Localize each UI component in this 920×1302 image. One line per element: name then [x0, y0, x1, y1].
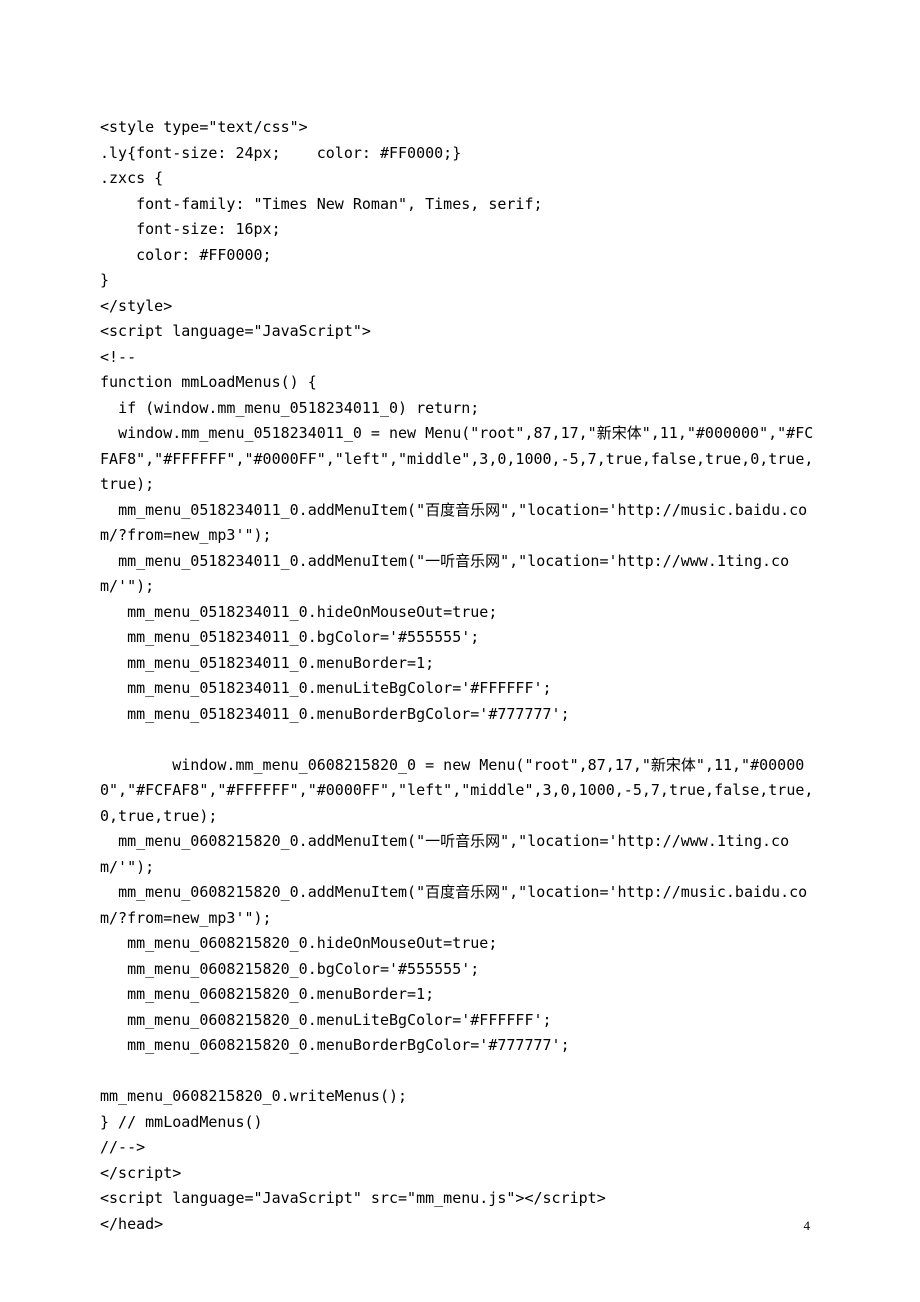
code-line: mm_menu_0608215820_0.hideOnMouseOut=true… — [100, 931, 820, 957]
code-line: <script language="JavaScript" src="mm_me… — [100, 1186, 820, 1212]
code-line: window.mm_menu_0518234011_0 = new Menu("… — [100, 421, 820, 498]
code-line: mm_menu_0608215820_0.addMenuItem("百度音乐网"… — [100, 880, 820, 931]
code-line: mm_menu_0608215820_0.bgColor='#555555'; — [100, 957, 820, 983]
code-line: </head> — [100, 1212, 820, 1238]
code-block: <style type="text/css">.ly{font-size: 24… — [100, 115, 820, 1237]
code-line — [100, 1059, 820, 1085]
code-line: <script language="JavaScript"> — [100, 319, 820, 345]
code-line: .ly{font-size: 24px; color: #FF0000;} — [100, 141, 820, 167]
code-line: color: #FF0000; — [100, 243, 820, 269]
code-line: </script> — [100, 1161, 820, 1187]
document-page: <style type="text/css">.ly{font-size: 24… — [0, 0, 920, 1297]
code-line: mm_menu_0518234011_0.menuBorderBgColor='… — [100, 702, 820, 728]
code-line: font-size: 16px; — [100, 217, 820, 243]
code-line: mm_menu_0518234011_0.addMenuItem("百度音乐网"… — [100, 498, 820, 549]
code-line: mm_menu_0608215820_0.menuBorder=1; — [100, 982, 820, 1008]
code-line: font-family: "Times New Roman", Times, s… — [100, 192, 820, 218]
code-line: if (window.mm_menu_0518234011_0) return; — [100, 396, 820, 422]
code-line: } // mmLoadMenus() — [100, 1110, 820, 1136]
code-line: mm_menu_0608215820_0.menuBorderBgColor='… — [100, 1033, 820, 1059]
code-line: <style type="text/css"> — [100, 115, 820, 141]
code-line: mm_menu_0518234011_0.menuLiteBgColor='#F… — [100, 676, 820, 702]
code-line: mm_menu_0608215820_0.writeMenus(); — [100, 1084, 820, 1110]
code-line: mm_menu_0608215820_0.menuLiteBgColor='#F… — [100, 1008, 820, 1034]
code-line: mm_menu_0518234011_0.bgColor='#555555'; — [100, 625, 820, 651]
code-line: function mmLoadMenus() { — [100, 370, 820, 396]
code-line: mm_menu_0518234011_0.addMenuItem("一听音乐网"… — [100, 549, 820, 600]
code-line: </style> — [100, 294, 820, 320]
code-line: //--> — [100, 1135, 820, 1161]
code-line: <!-- — [100, 345, 820, 371]
page-number: 4 — [804, 1215, 811, 1237]
code-line — [100, 727, 820, 753]
code-line: mm_menu_0518234011_0.hideOnMouseOut=true… — [100, 600, 820, 626]
code-line: window.mm_menu_0608215820_0 = new Menu("… — [100, 753, 820, 830]
code-line: } — [100, 268, 820, 294]
code-line: mm_menu_0608215820_0.addMenuItem("一听音乐网"… — [100, 829, 820, 880]
code-line: mm_menu_0518234011_0.menuBorder=1; — [100, 651, 820, 677]
code-line: .zxcs { — [100, 166, 820, 192]
